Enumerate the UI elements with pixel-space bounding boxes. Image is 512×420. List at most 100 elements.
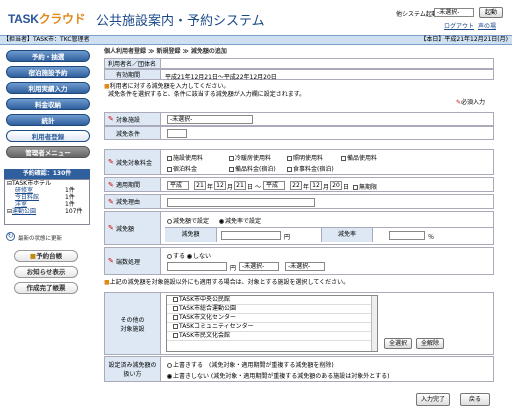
reservation-tree[interactable]: ⊟TASK市ホテル 研修室 1件 今日料館 1件 洋室 1件 ⊟運動公園 107件 <box>4 179 90 225</box>
amount-label: ✎ 減免額 <box>105 212 161 244</box>
breadcrumb: 個人利用者登録 ≫ 新規登録 ≫ 減免額の追加 <box>104 48 227 55</box>
amount-row: ✎ 減免額 減免額で設定 減免率で設定 減免額 円 減免率 ％ <box>104 211 494 245</box>
handling-row: 設定済み減免額の 扱い方 上書きする (減免対象・適用期間が重複する減免額を削除)… <box>104 356 494 382</box>
today-date: 【本日】平成21年12月21日(月) <box>420 36 508 43</box>
fee-lighting[interactable]: 照明使用料 <box>287 153 323 162</box>
tree-node[interactable]: 今日料館 1件 <box>5 194 89 201</box>
fee-lodging-equipment[interactable]: 備品料金(宿泊) <box>229 164 276 173</box>
pen-icon: ✎ <box>108 224 114 232</box>
menu-stats[interactable]: 統計 <box>6 114 90 126</box>
fee-aircon[interactable]: 冷暖房使用料 <box>229 153 271 162</box>
launch-button[interactable]: 起動 <box>479 7 503 18</box>
tree-node[interactable]: 洋室 1件 <box>5 201 89 208</box>
user-name-row: 利用者名／団体名 <box>104 58 494 69</box>
pen-icon: ✎ <box>108 197 114 206</box>
rounding-input[interactable] <box>167 262 227 271</box>
period-row: ✎ 適用期間 平成 21 年 12 月 21 日 ～ 平成 22 年 12 月 2… <box>104 177 494 192</box>
rounding-label: ✎ 端数処理 <box>105 248 161 274</box>
end-era-select[interactable]: 平成 <box>263 181 285 190</box>
rounding-method-select[interactable]: -未選択- <box>285 262 325 271</box>
unlimited-checkbox[interactable]: 無期限 <box>353 182 377 191</box>
refresh-icon[interactable]: ↻ <box>6 232 15 241</box>
facility-label: ✎ 対象施設 <box>105 113 161 125</box>
system-title: 公共施設案内・予約システム <box>96 14 265 29</box>
menu-user-registration[interactable]: 利用者登録 <box>6 130 90 142</box>
fees-row: ✎ 減免対象料金 施設使用料 冷暖房使用料 照明使用料 備品使用料 宿泊料金 備品… <box>104 149 494 175</box>
facility-select[interactable]: -未選択- <box>167 115 253 124</box>
amount-mode-rate[interactable]: 減免率で設定 <box>219 216 261 225</box>
condition-row: 減免条件 <box>104 126 494 140</box>
facility-row: ✎ 対象施設 -未選択- <box>104 112 494 126</box>
overwrite-yes[interactable]: 上書きする (減免対象・適用期間が重複する減免額を削除) <box>167 360 334 369</box>
list-item[interactable]: TASK市中央公民館 <box>167 296 377 305</box>
fixed-amount-input[interactable] <box>221 231 281 240</box>
reason-input[interactable] <box>167 198 315 207</box>
list-item[interactable]: TASK市総合運動公園 <box>167 305 377 314</box>
fee-equipment[interactable]: 備品使用料 <box>341 153 377 162</box>
end-year-input[interactable]: 22 <box>290 181 302 190</box>
list-item[interactable]: TASK市文化センター <box>167 314 377 323</box>
rounding-row: ✎ 端数処理 する しない 円 -未選択- -未選択- <box>104 247 494 275</box>
list-item[interactable]: TASK市民文化会館 <box>167 332 377 341</box>
pen-icon: ✎ <box>108 257 114 265</box>
menu-lodging[interactable]: 宿泊施設予約 <box>6 66 90 78</box>
start-era-select[interactable]: 平成 <box>167 181 189 190</box>
end-month-input[interactable]: 12 <box>310 181 322 190</box>
validity-row: 有効期間 平成21年12月21日～平成22年12月20日 <box>104 69 494 81</box>
user-info: 【担当者】TASK市：TKC管理者 <box>3 36 90 43</box>
overwrite-no[interactable]: 上書きしない (減免対象・適用期間が重複する減免額のある施設は対象外とする) <box>167 371 389 380</box>
rounding-no[interactable]: しない <box>187 251 211 260</box>
reservation-tree-header: 予約確認：130件 <box>4 169 90 179</box>
condition-select[interactable] <box>167 129 187 138</box>
other-facility-note: ■上記の減免額を対象施設以外にも適用する場合は、対象とする施設を選択してください… <box>104 279 350 286</box>
help-link[interactable]: 声の場 <box>478 23 496 30</box>
rate-label: 減免率 <box>321 228 373 242</box>
start-day-input[interactable]: 21 <box>234 181 246 190</box>
amount-mode-fixed[interactable]: 減免額で設定 <box>167 216 209 225</box>
menu-reservation[interactable]: 予約・抽選 <box>6 50 90 62</box>
fee-lodging[interactable]: 宿泊料金 <box>167 164 197 173</box>
end-day-input[interactable]: 20 <box>330 181 342 190</box>
reservation-ledger-button[interactable]: ■予約台帳 <box>14 250 78 262</box>
condition-label: 減免条件 <box>105 127 161 139</box>
other-facility-list[interactable]: TASK市中央公民館 TASK市総合運動公園 TASK市文化センター TASKコ… <box>166 295 378 352</box>
pen-icon: ✎ <box>108 180 114 189</box>
logo: TASKクラウド <box>8 12 86 26</box>
period-label: ✎ 適用期間 <box>105 178 161 191</box>
report-button[interactable]: 作成完了帳票 <box>14 282 78 294</box>
reason-row: ✎ 減免理由 <box>104 194 494 209</box>
tree-node[interactable]: ⊟運動公園 107件 <box>5 208 89 215</box>
instruction-2: 減免条件を選択すると、条件に該当する減免額が入力欄に設定されます。 <box>108 91 306 98</box>
start-month-input[interactable]: 12 <box>214 181 226 190</box>
back-button[interactable]: 戻る <box>460 393 490 406</box>
rounding-unit-select[interactable]: -未選択- <box>239 262 279 271</box>
instruction-1: ■利用者に対する減免額を入力してください。 <box>104 83 230 90</box>
handling-label: 設定済み減免額の 扱い方 <box>105 357 161 381</box>
other-system-select[interactable]: -未選択- <box>434 8 474 17</box>
status-bar: 【担当者】TASK市：TKC管理者 【本日】平成21年12月21日(月) <box>0 35 512 45</box>
clear-all-button[interactable]: 全解除 <box>416 338 444 349</box>
scrollbar[interactable] <box>371 296 377 351</box>
confirm-button[interactable]: 入力完了 <box>416 393 450 406</box>
header-links: ログアウト 声の場 <box>440 21 496 30</box>
select-all-button[interactable]: 全選択 <box>384 338 412 349</box>
notice-button[interactable]: お知らせ表示 <box>14 266 78 278</box>
list-item[interactable]: TASKコミュニティセンター <box>167 323 377 332</box>
start-year-input[interactable]: 21 <box>194 181 206 190</box>
fee-facility[interactable]: 施設使用料 <box>167 153 203 162</box>
logout-link[interactable]: ログアウト <box>444 23 474 30</box>
menu-admin[interactable]: 管理者メニュー <box>6 146 90 158</box>
pen-icon: ✎ <box>108 115 114 123</box>
menu-fee[interactable]: 料金収納 <box>6 98 90 110</box>
refresh-link[interactable]: 最新の状態に更新 <box>18 234 62 242</box>
rate-input[interactable] <box>389 231 425 240</box>
menu-usage[interactable]: 利用実績入力 <box>6 82 90 94</box>
fixed-amount-label: 減免額 <box>165 228 217 242</box>
tree-node[interactable]: 研修室 1件 <box>5 187 89 194</box>
fee-meal[interactable]: 食事料金(宿泊) <box>287 164 334 173</box>
reason-label: ✎ 減免理由 <box>105 195 161 208</box>
rounding-yes[interactable]: する <box>167 251 185 260</box>
pen-icon: ✎ <box>108 158 114 166</box>
other-facility-label: その他の 対象施設 <box>105 293 161 354</box>
tree-node[interactable]: ⊟TASK市ホテル <box>5 180 89 187</box>
